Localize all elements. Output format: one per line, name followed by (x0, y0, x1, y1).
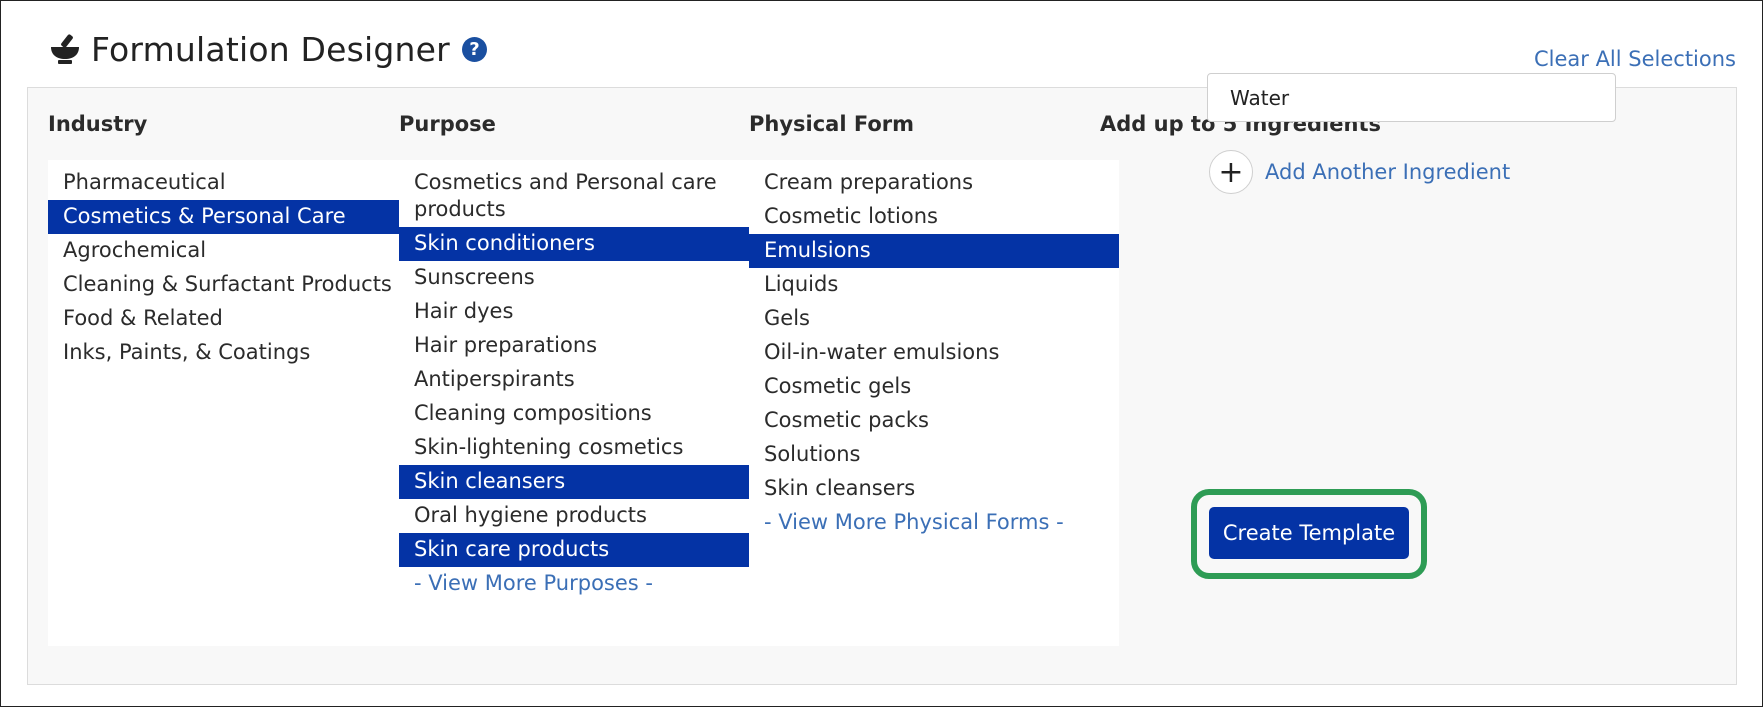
question-circle-icon[interactable]: ? (461, 36, 487, 62)
list-item[interactable]: Liquids (749, 268, 1119, 302)
list-item[interactable]: Pharmaceutical (48, 166, 418, 200)
list-item[interactable]: Cosmetic gels (749, 370, 1119, 404)
physical-form-items: Cream preparations Cosmetic lotions Emulsi… (749, 166, 1119, 506)
industry-list: Pharmaceutical Cosmetics & Personal Care A… (48, 160, 418, 646)
add-another-ingredient-label: Add Another Ingredient (1265, 160, 1511, 184)
list-item[interactable]: Cosmetic packs (749, 404, 1119, 438)
list-item[interactable]: Antiperspirants (399, 363, 769, 397)
view-more-purposes-link[interactable]: - View More Purposes - (399, 567, 769, 600)
list-item[interactable]: Gels (749, 302, 1119, 336)
list-item[interactable]: Skin cleansers (399, 465, 769, 499)
mortar-pestle-icon (51, 34, 79, 64)
app-frame: Formulation Designer ? Clear All Selecti… (0, 0, 1763, 707)
ingredient-input[interactable] (1207, 73, 1616, 122)
add-another-ingredient-button[interactable]: + Add Another Ingredient (1209, 150, 1510, 194)
list-item[interactable]: Food & Related (48, 302, 418, 336)
list-item[interactable]: Cleaning compositions (399, 397, 769, 431)
list-item[interactable]: Sunscreens (399, 261, 769, 295)
list-item[interactable]: Cleaning & Surfactant Products (48, 268, 418, 302)
list-item[interactable]: Inks, Paints, & Coatings (48, 336, 418, 370)
view-more-physical-forms-link[interactable]: - View More Physical Forms - (749, 506, 1119, 539)
create-template-button[interactable]: Create Template (1209, 507, 1409, 559)
clear-all-selections-link[interactable]: Clear All Selections (1534, 47, 1736, 71)
page-title: Formulation Designer (91, 29, 450, 69)
physical-form-list: Cream preparations Cosmetic lotions Emulsi… (749, 160, 1119, 646)
list-item[interactable]: Cosmetic lotions (749, 200, 1119, 234)
list-item[interactable]: Oil-in-water emulsions (749, 336, 1119, 370)
list-item[interactable]: Oral hygiene products (399, 499, 769, 533)
list-item[interactable]: Cream preparations (749, 166, 1119, 200)
industry-heading: Industry (48, 112, 148, 136)
list-item[interactable]: Cosmetics and Personal care products (399, 166, 769, 227)
physical-form-heading: Physical Form (749, 112, 915, 136)
list-item[interactable]: Agrochemical (48, 234, 418, 268)
purpose-list: Cosmetics and Personal care products Skin… (399, 160, 769, 646)
page-header: Formulation Designer ? (49, 27, 487, 71)
list-item[interactable]: Cosmetics & Personal Care (48, 200, 418, 234)
plus-circle-icon: + (1209, 150, 1253, 194)
list-item[interactable]: Skin conditioners (399, 227, 769, 261)
list-item[interactable]: Solutions (749, 438, 1119, 472)
list-item[interactable]: Hair preparations (399, 329, 769, 363)
list-item[interactable]: Skin cleansers (749, 472, 1119, 506)
purpose-heading: Purpose (399, 112, 496, 136)
purpose-items: Cosmetics and Personal care products Skin… (399, 166, 769, 567)
list-item[interactable]: Emulsions (749, 234, 1119, 268)
list-item[interactable]: Hair dyes (399, 295, 769, 329)
list-item[interactable]: Skin care products (399, 533, 769, 567)
list-item[interactable]: Skin-lightening cosmetics (399, 431, 769, 465)
